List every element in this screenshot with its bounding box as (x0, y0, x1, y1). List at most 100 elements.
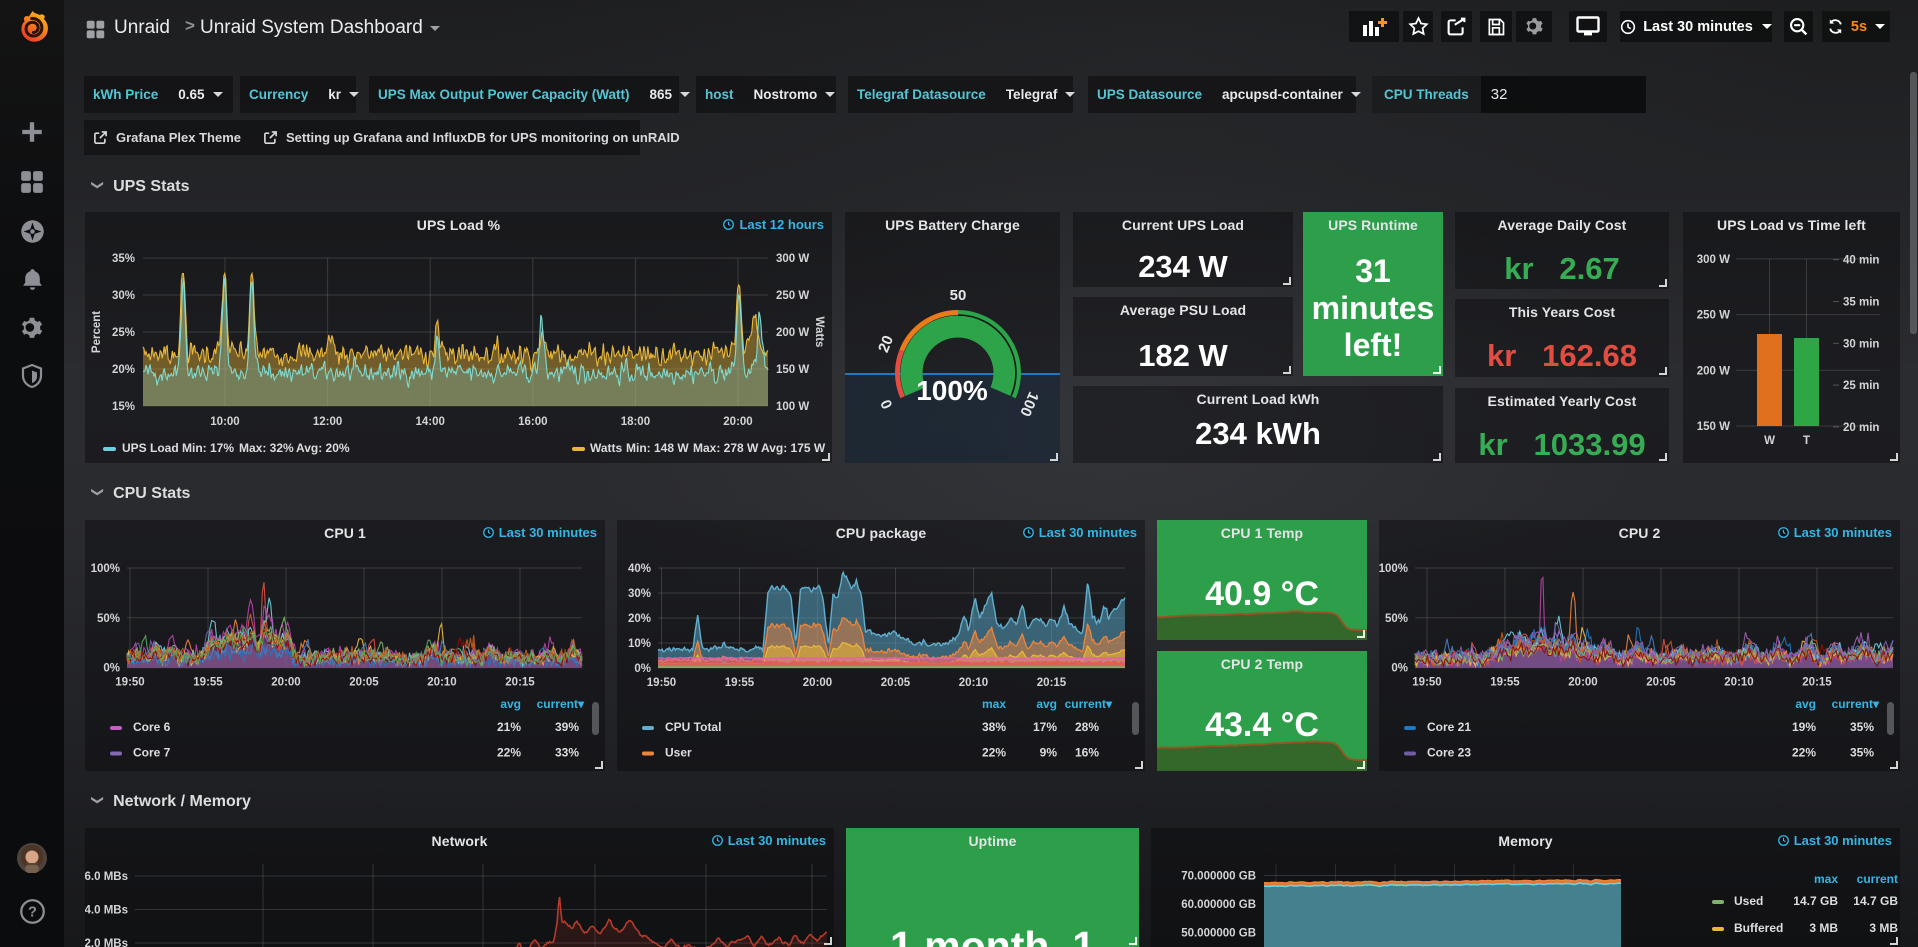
svg-text:Watts: Watts (813, 317, 825, 348)
svg-text:250 W: 250 W (1697, 310, 1730, 322)
svg-text:35%: 35% (1850, 720, 1874, 734)
svg-text:10:00: 10:00 (210, 416, 239, 428)
svg-text:22%: 22% (497, 746, 521, 760)
svg-text:3 MB: 3 MB (1869, 921, 1898, 935)
svg-text:0%: 0% (103, 663, 120, 675)
svg-text:28%: 28% (1075, 720, 1099, 734)
svg-text:6.0 MBs: 6.0 MBs (85, 871, 128, 883)
svg-text:Max: 32%: Max: 32% (239, 441, 294, 455)
svg-text:19:55: 19:55 (1490, 677, 1520, 689)
svg-text:20:10: 20:10 (427, 677, 456, 689)
svg-text:Avg: 20%: Avg: 20% (296, 441, 350, 455)
svg-text:avg: avg (500, 697, 521, 711)
svg-text:14:00: 14:00 (415, 416, 444, 428)
svg-text:Percent: Percent (91, 311, 103, 353)
svg-text:21%: 21% (497, 720, 521, 734)
svg-text:22%: 22% (1792, 746, 1816, 760)
svg-text:0%: 0% (1391, 663, 1408, 675)
svg-text:?: ? (28, 904, 37, 920)
svg-text:250 W: 250 W (776, 290, 809, 302)
svg-text:Min: 148 W: Min: 148 W (626, 441, 689, 455)
svg-text:20:10: 20:10 (959, 677, 988, 689)
svg-text:300 W: 300 W (1697, 254, 1730, 266)
svg-text:Core 6: Core 6 (133, 720, 171, 734)
svg-text:CPU Total: CPU Total (665, 720, 721, 734)
svg-text:20:15: 20:15 (1802, 677, 1832, 689)
svg-text:30 min: 30 min (1843, 338, 1879, 350)
svg-text:3 MB: 3 MB (1809, 921, 1838, 935)
svg-text:150 W: 150 W (776, 364, 809, 376)
svg-text:20:00: 20:00 (1568, 677, 1597, 689)
svg-text:9%: 9% (1040, 746, 1058, 760)
svg-text:16:00: 16:00 (518, 416, 547, 428)
svg-text:100 W: 100 W (776, 401, 809, 413)
svg-text:17%: 17% (1033, 720, 1057, 734)
svg-text:Max: 278 W: Max: 278 W (693, 441, 759, 455)
svg-text:20:05: 20:05 (1646, 677, 1676, 689)
svg-text:100%: 100% (1379, 563, 1408, 575)
svg-text:Used: Used (1734, 894, 1763, 908)
svg-text:33%: 33% (555, 746, 579, 760)
svg-text:25 min: 25 min (1843, 380, 1879, 392)
svg-text:38%: 38% (982, 720, 1006, 734)
svg-text:current▾: current▾ (1065, 697, 1113, 711)
svg-text:39%: 39% (555, 720, 579, 734)
svg-text:current: current (1857, 872, 1898, 886)
svg-text:20 min: 20 min (1843, 422, 1879, 434)
svg-text:max: max (982, 697, 1006, 711)
svg-text:20%: 20% (112, 364, 135, 376)
svg-text:25%: 25% (112, 327, 135, 339)
svg-text:200 W: 200 W (776, 327, 809, 339)
svg-text:20:00: 20:00 (723, 416, 752, 428)
svg-text:40 min: 40 min (1843, 255, 1879, 267)
svg-text:50.000000 GB: 50.000000 GB (1181, 928, 1256, 940)
svg-text:300 W: 300 W (776, 253, 809, 265)
svg-text:Buffered: Buffered (1734, 921, 1783, 935)
svg-text:2.0 MBs: 2.0 MBs (85, 938, 128, 947)
svg-text:150 W: 150 W (1697, 421, 1730, 433)
svg-text:16%: 16% (1075, 746, 1099, 760)
svg-text:20:10: 20:10 (1724, 677, 1753, 689)
svg-text:19:50: 19:50 (647, 677, 676, 689)
svg-text:14.7 GB: 14.7 GB (1793, 894, 1838, 908)
svg-text:W: W (1764, 435, 1775, 447)
svg-text:35 min: 35 min (1843, 297, 1879, 309)
svg-text:50%: 50% (97, 613, 120, 625)
svg-text:15%: 15% (112, 401, 135, 413)
svg-text:20:15: 20:15 (505, 677, 535, 689)
svg-text:35%: 35% (1850, 746, 1874, 760)
svg-text:avg: avg (1795, 697, 1816, 711)
svg-text:20:05: 20:05 (349, 677, 379, 689)
svg-text:10%: 10% (628, 638, 651, 650)
svg-text:19:55: 19:55 (725, 677, 755, 689)
svg-text:UPS Load: UPS Load (122, 441, 179, 455)
svg-text:0%: 0% (634, 663, 651, 675)
svg-text:22%: 22% (982, 746, 1006, 760)
svg-text:12:00: 12:00 (313, 416, 342, 428)
svg-text:40%: 40% (628, 563, 651, 575)
svg-text:Min: 17%: Min: 17% (182, 441, 234, 455)
svg-text:20:05: 20:05 (881, 677, 911, 689)
svg-text:100%: 100% (916, 375, 988, 406)
svg-text:4.0 MBs: 4.0 MBs (85, 905, 128, 917)
svg-text:Core 7: Core 7 (133, 746, 171, 760)
svg-text:Core 23: Core 23 (1427, 746, 1471, 760)
svg-text:max: max (1814, 872, 1838, 886)
svg-text:18:00: 18:00 (621, 416, 650, 428)
svg-text:Watts: Watts (590, 441, 623, 455)
svg-text:current▾: current▾ (1832, 697, 1880, 711)
svg-text:20:00: 20:00 (271, 677, 300, 689)
svg-text:19:50: 19:50 (115, 677, 144, 689)
svg-text:User: User (665, 746, 692, 760)
svg-text:avg: avg (1036, 697, 1057, 711)
svg-text:19:50: 19:50 (1412, 677, 1441, 689)
svg-text:14.7 GB: 14.7 GB (1853, 894, 1898, 908)
svg-text:200 W: 200 W (1697, 365, 1730, 377)
svg-text:19%: 19% (1792, 720, 1816, 734)
svg-text:30%: 30% (628, 588, 651, 600)
svg-text:20:15: 20:15 (1037, 677, 1067, 689)
svg-text:20: 20 (875, 333, 897, 355)
svg-text:30%: 30% (112, 290, 135, 302)
svg-text:Avg: 175 W: Avg: 175 W (761, 441, 826, 455)
svg-text:Core 21: Core 21 (1427, 720, 1471, 734)
